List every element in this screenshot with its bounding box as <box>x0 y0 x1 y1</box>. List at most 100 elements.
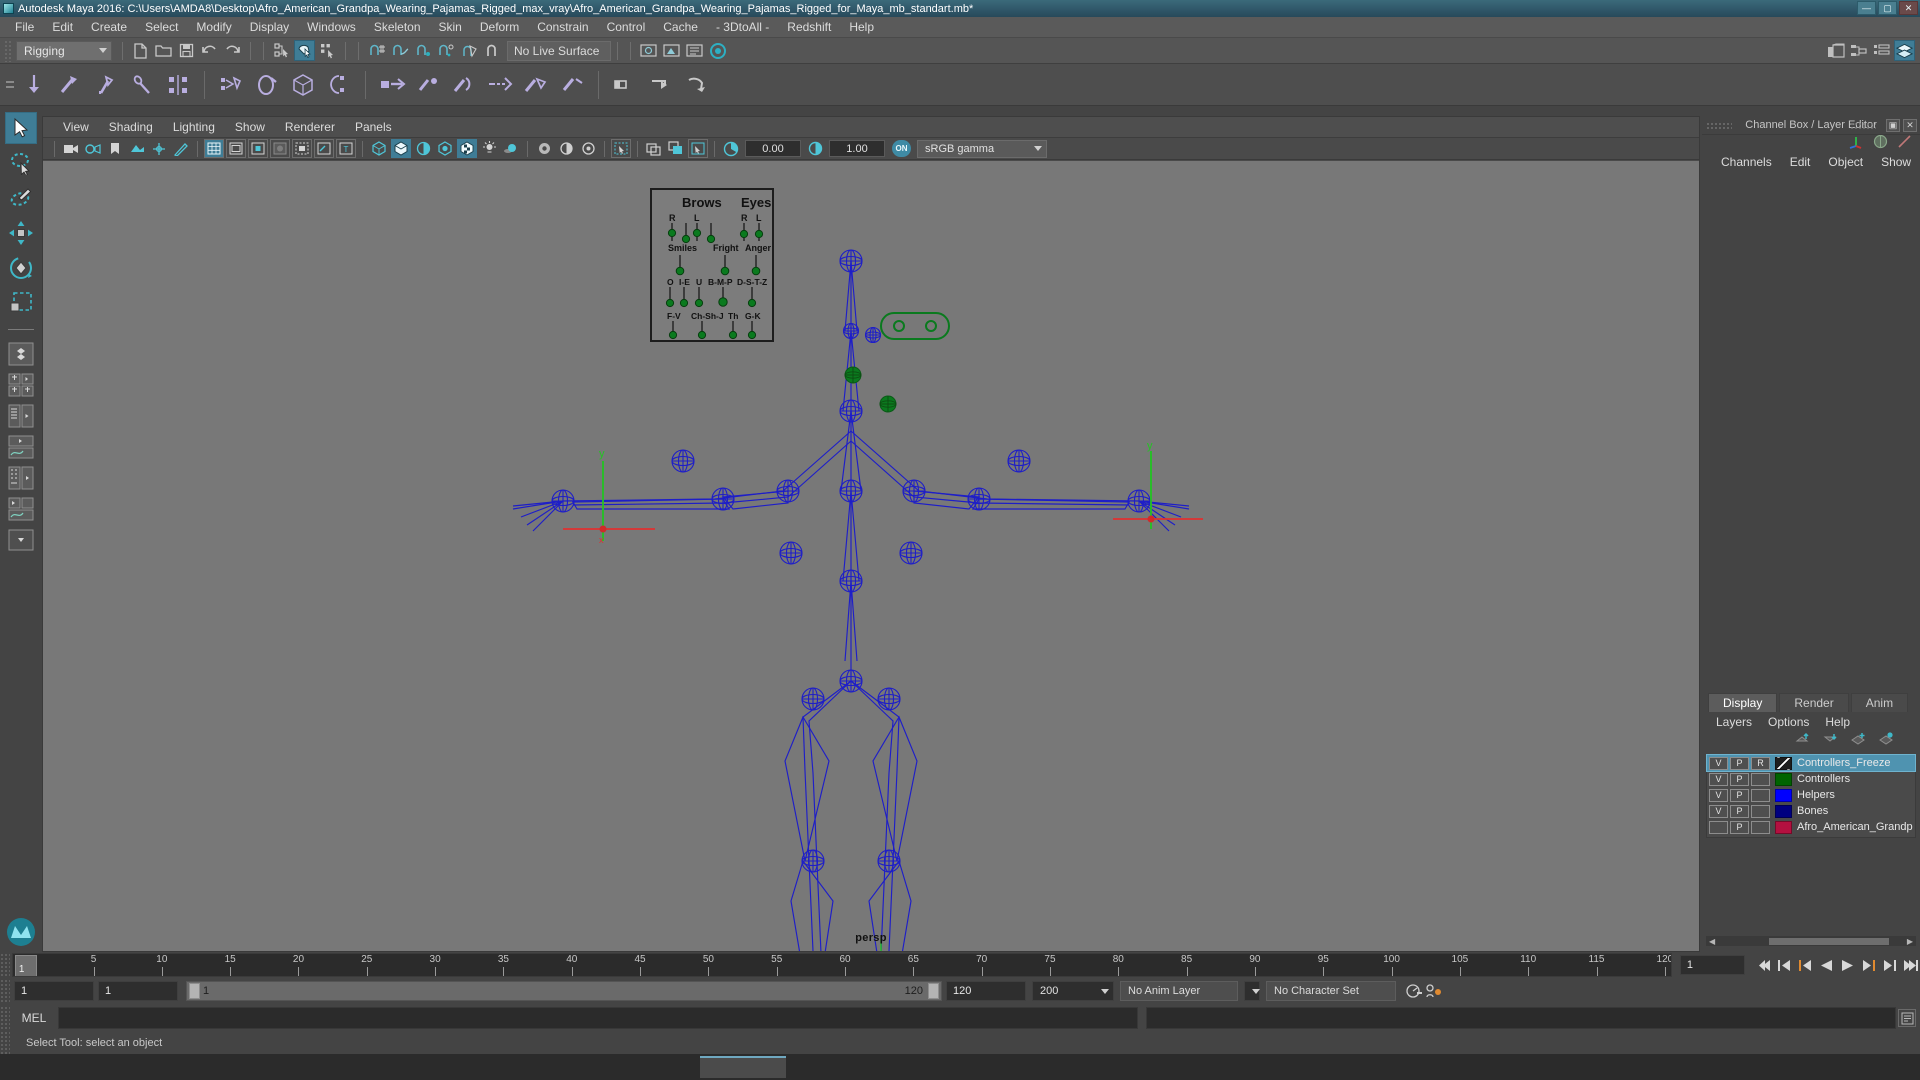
menu-edit[interactable]: Edit <box>43 17 82 38</box>
aim-constraint-icon[interactable] <box>518 67 554 103</box>
display-layer-a-icon[interactable] <box>644 139 664 158</box>
command-output-field[interactable] <box>1146 1007 1896 1029</box>
set-driven-key-icon[interactable] <box>643 67 679 103</box>
pole-vector-constraint-icon[interactable] <box>554 67 590 103</box>
create-layer-from-selected-icon[interactable] <box>1879 732 1894 750</box>
step-forward-keyframe-button[interactable] <box>1880 955 1899 975</box>
undock-button[interactable]: ▣ <box>1886 119 1900 132</box>
bookmark-icon[interactable] <box>105 139 125 158</box>
mirror-joint-icon[interactable] <box>160 67 196 103</box>
wireframe-shading-icon[interactable] <box>369 139 389 158</box>
move-tool[interactable] <box>5 217 37 249</box>
lattice-deformer-icon[interactable] <box>285 67 321 103</box>
command-language-label[interactable]: MEL <box>10 1011 58 1025</box>
open-channel-box-layer-editor-icon[interactable] <box>1894 40 1915 61</box>
image-plane-icon[interactable] <box>127 139 147 158</box>
layout-persp-outliner-graph-button[interactable] <box>6 495 36 523</box>
xray-toggle-icon[interactable] <box>292 139 312 158</box>
layer-list-horizontal-scrollbar[interactable]: ◀ ▶ <box>1706 936 1916 946</box>
status-line-grip[interactable] <box>4 39 12 62</box>
open-outliner-icon[interactable] <box>1825 40 1846 61</box>
layer-display-type-toggle[interactable]: R <box>1751 756 1770 770</box>
shelf-grip[interactable] <box>4 68 16 102</box>
render-view-icon[interactable] <box>638 40 659 61</box>
le-menu-help[interactable]: Help <box>1817 715 1858 729</box>
layer-row-bones[interactable]: V P Bones <box>1707 803 1915 819</box>
cb-menu-show[interactable]: Show <box>1872 155 1920 169</box>
layer-playback-toggle[interactable]: P <box>1730 820 1749 834</box>
exposure-field[interactable]: 0.00 <box>745 140 801 157</box>
viewport-menu-panels[interactable]: Panels <box>345 120 402 134</box>
layer-visibility-toggle[interactable]: V <box>1709 756 1728 770</box>
tab-render[interactable]: Render <box>1779 693 1849 712</box>
parent-constraint-icon[interactable] <box>374 67 410 103</box>
command-line-grip[interactable] <box>0 1006 10 1030</box>
anim-layer-dropdown-arrow[interactable] <box>1244 981 1260 1001</box>
menu-skin[interactable]: Skin <box>430 17 471 38</box>
layer-display-type-toggle[interactable] <box>1751 772 1770 786</box>
menu-help[interactable]: Help <box>840 17 883 38</box>
menu-file[interactable]: File <box>6 17 43 38</box>
anim-layer-selector[interactable]: No Anim Layer <box>1120 981 1238 1001</box>
display-layer-b-icon[interactable] <box>666 139 686 158</box>
select-camera-icon[interactable] <box>61 139 81 158</box>
anim-end-time-field[interactable]: 200 <box>1032 981 1114 1001</box>
layer-row-afro-american-grandpa[interactable]: P Afro_American_Grandp <box>1707 819 1915 835</box>
menu-skeleton[interactable]: Skeleton <box>365 17 430 38</box>
script-editor-button[interactable] <box>1898 1009 1916 1027</box>
go-to-start-button[interactable] <box>1754 955 1773 975</box>
use-all-lights-icon[interactable] <box>413 139 433 158</box>
undo-icon[interactable] <box>199 40 220 61</box>
shadows-icon[interactable] <box>435 139 455 158</box>
film-gate-icon[interactable] <box>226 139 246 158</box>
step-back-frame-button[interactable] <box>1796 955 1815 975</box>
resolution-gate-icon[interactable] <box>248 139 268 158</box>
make-live-icon[interactable] <box>481 40 502 61</box>
animation-preferences-icon[interactable] <box>1404 981 1423 1001</box>
layer-color-swatch[interactable] <box>1775 804 1792 818</box>
dock-grip-left[interactable] <box>1706 122 1732 129</box>
viewport-menu-lighting[interactable]: Lighting <box>163 120 225 134</box>
view-transform-selector[interactable]: sRGB gamma <box>917 139 1047 158</box>
gate-mask-icon[interactable] <box>270 139 290 158</box>
smooth-shade-all-icon[interactable] <box>391 139 411 158</box>
time-slider-grip[interactable] <box>0 953 10 977</box>
exposure-icon[interactable] <box>721 139 741 158</box>
range-end-handle[interactable] <box>928 983 939 999</box>
taskbar-item-maya[interactable] <box>700 1056 786 1078</box>
menu-select[interactable]: Select <box>136 17 187 38</box>
tab-anim[interactable]: Anim <box>1850 693 1909 712</box>
open-attribute-editor-icon[interactable] <box>1871 40 1892 61</box>
scroll-thumb[interactable] <box>1769 937 1889 945</box>
two-d-pan-zoom-icon[interactable] <box>149 139 169 158</box>
cb-menu-edit[interactable]: Edit <box>1781 155 1820 169</box>
layer-playback-toggle[interactable]: P <box>1730 756 1749 770</box>
gamma-field[interactable]: 1.00 <box>829 140 885 157</box>
channel-box-body[interactable] <box>1702 173 1920 692</box>
dock-close-button[interactable]: ✕ <box>1903 119 1917 132</box>
ipr-render-icon[interactable] <box>661 40 682 61</box>
xray-joints-icon[interactable] <box>314 139 334 158</box>
layer-display-type-toggle[interactable] <box>1751 820 1770 834</box>
maximize-button[interactable]: ▢ <box>1878 1 1897 15</box>
layer-visibility-toggle[interactable]: V <box>1709 804 1728 818</box>
display-layer-list[interactable]: V P R Controllers_Freeze V P Controllers… <box>1706 754 1916 838</box>
menu-cache[interactable]: Cache <box>654 17 707 38</box>
layout-more-button[interactable] <box>6 526 36 554</box>
cluster-deformer-icon[interactable] <box>321 67 357 103</box>
layer-color-swatch[interactable] <box>1775 820 1792 834</box>
snap-to-grid-icon[interactable] <box>366 40 387 61</box>
layout-persp-graph-button[interactable] <box>6 433 36 461</box>
menu-set-selector[interactable]: Rigging <box>16 40 112 61</box>
anim-start-time-field[interactable]: 1 <box>14 981 94 1001</box>
viewport-snapshot-icon[interactable] <box>688 139 708 158</box>
play-forwards-button[interactable] <box>1838 955 1857 975</box>
select-by-object-type-icon[interactable] <box>294 40 315 61</box>
paint-select-tool[interactable] <box>5 182 37 214</box>
cb-menu-object[interactable]: Object <box>1819 155 1872 169</box>
depth-of-field-icon[interactable] <box>578 139 598 158</box>
new-scene-icon[interactable] <box>130 40 151 61</box>
layout-single-perspective-button[interactable] <box>6 340 36 368</box>
grid-toggle-icon[interactable] <box>204 139 224 158</box>
snap-to-projected-center-icon[interactable] <box>435 40 456 61</box>
